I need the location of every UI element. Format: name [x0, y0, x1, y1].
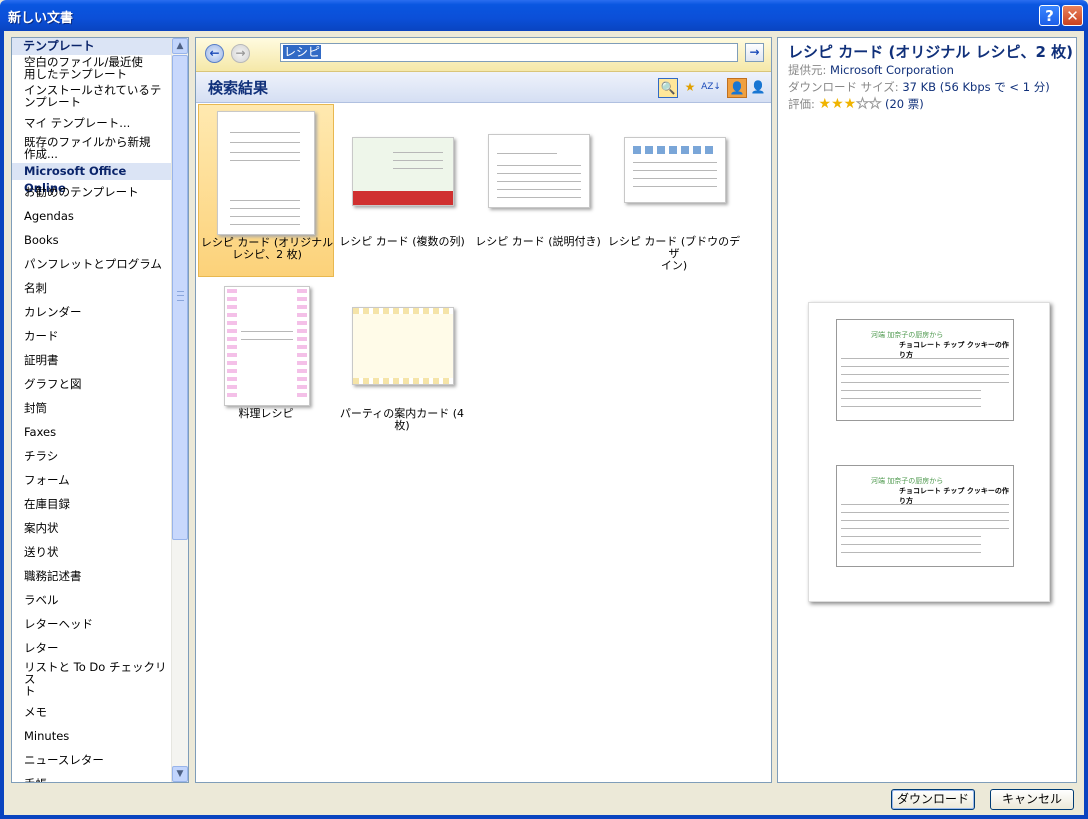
search-view-icon[interactable]: 🔍	[658, 78, 678, 98]
cancel-button[interactable]: キャンセル	[990, 789, 1074, 810]
thumbnail	[352, 137, 454, 206]
category-pane: テンプレート 空白のファイル/最近使 用したテンプレート インストールされているテ…	[11, 37, 189, 783]
category-item[interactable]: ニュースレター	[12, 748, 172, 772]
rating-row: 評価: ★★★★★ (20 票)	[788, 96, 924, 113]
result-tile-recipe-card-original[interactable]: レシピ カード (オリジナル レシピ、2 枚)	[198, 104, 334, 277]
close-button[interactable]: ✕	[1062, 5, 1083, 26]
result-tile-recipe-card-columns[interactable]: レシピ カード (複数の列)	[334, 104, 470, 277]
detail-title: レシピ カード (オリジナル レシピ、2 枚)	[788, 43, 1074, 61]
category-item[interactable]: 名刺	[12, 276, 172, 300]
thumbnail	[224, 286, 310, 406]
scroll-down-icon[interactable]: ▼	[172, 766, 188, 782]
category-item[interactable]: 既存のファイルから新規 作成...	[12, 135, 172, 163]
category-item[interactable]: 案内状	[12, 516, 172, 540]
category-item[interactable]: 送り状	[12, 540, 172, 564]
preview-card-bottom: 河端 加奈子の厨房から チョコレート チップ クッキーの作り方	[836, 465, 1014, 567]
category-item[interactable]: グラフと図	[12, 372, 172, 396]
category-item[interactable]: 手帳	[12, 772, 172, 782]
result-caption: 料理レシピ	[238, 407, 294, 420]
result-caption: パーティの案内カード (4 枚)	[339, 407, 465, 432]
sort-name-icon[interactable]: AZ↓	[701, 78, 721, 98]
user-remove-icon[interactable]: 👤	[748, 78, 768, 98]
category-scrollbar[interactable]: ▲ ▼	[171, 38, 188, 782]
star-filled-icon: ★	[831, 96, 844, 112]
result-caption: レシピ カード (複数の列)	[339, 235, 465, 248]
scroll-up-icon[interactable]: ▲	[172, 38, 188, 54]
category-item[interactable]: マイ テンプレート...	[12, 111, 172, 135]
thumbnail	[624, 137, 726, 203]
results-pane: ← → レシピ → 検索結果 🔍 ★ AZ↓ 👤 👤 レシピ カード (オリジナ…	[195, 37, 772, 783]
category-list: テンプレート 空白のファイル/最近使 用したテンプレート インストールされているテ…	[12, 38, 172, 782]
result-caption: レシピ カード (説明付き)	[475, 235, 601, 248]
category-item[interactable]: Faxes	[12, 420, 172, 444]
window-title: 新しい文書	[8, 11, 74, 26]
category-item[interactable]: パンフレットとプログラム	[12, 252, 172, 276]
user-icon[interactable]: 👤	[727, 78, 747, 98]
category-item[interactable]: Agendas	[12, 204, 172, 228]
rating-stars: ★★★★★	[818, 96, 882, 113]
results-header: 検索結果 🔍 ★ AZ↓ 👤 👤	[196, 72, 771, 103]
category-item[interactable]: チラシ	[12, 444, 172, 468]
category-item[interactable]: お勧めのテンプレート	[12, 180, 172, 204]
forward-icon[interactable]: →	[231, 44, 250, 63]
star-filled-icon: ★	[818, 96, 832, 112]
scroll-thumb[interactable]	[172, 55, 188, 540]
sort-rating-icon[interactable]: ★	[680, 78, 700, 98]
templates-header: テンプレート	[12, 38, 172, 55]
thumbnail	[217, 111, 315, 235]
category-item[interactable]: カード	[12, 324, 172, 348]
detail-pane: レシピ カード (オリジナル レシピ、2 枚) 提供元: Microsoft C…	[777, 37, 1077, 783]
back-icon[interactable]: ←	[205, 44, 224, 63]
result-tile-party-invitation[interactable]: パーティの案内カード (4 枚)	[334, 282, 470, 432]
category-item[interactable]: 封筒	[12, 396, 172, 420]
title-bar: 新しい文書 ? ✕	[0, 0, 1088, 31]
search-bar: ← → レシピ →	[196, 38, 771, 72]
thumbnail	[352, 307, 454, 385]
search-input[interactable]: レシピ	[280, 43, 738, 62]
category-item[interactable]: 証明書	[12, 348, 172, 372]
category-item[interactable]: メモ	[12, 700, 172, 724]
preview-card-top: 河端 加奈子の厨房から チョコレート チップ クッキーの作り方	[836, 319, 1014, 421]
star-empty-icon: ★	[856, 96, 870, 113]
search-go-icon[interactable]: →	[745, 43, 764, 62]
category-item[interactable]: フォーム	[12, 468, 172, 492]
category-item[interactable]: Minutes	[12, 724, 172, 748]
category-item[interactable]: 空白のファイル/最近使 用したテンプレート	[12, 55, 172, 83]
thumbnail	[488, 134, 590, 208]
download-button[interactable]: ダウンロード	[891, 789, 975, 810]
template-preview: 河端 加奈子の厨房から チョコレート チップ クッキーの作り方 河端 加奈子の厨…	[808, 302, 1050, 602]
category-item[interactable]: リストと To Do チェックリス ト	[12, 660, 172, 700]
category-item[interactable]: カレンダー	[12, 300, 172, 324]
category-item[interactable]: Microsoft Office Online	[12, 163, 172, 195]
result-caption: レシピ カード (オリジナル レシピ、2 枚)	[200, 236, 334, 261]
category-item[interactable]: 職務記述書	[12, 564, 172, 588]
star-filled-icon: ★	[843, 96, 857, 112]
result-caption: レシピ カード (ブドウのデザ イン)	[607, 235, 741, 272]
category-item[interactable]: インストールされているテ ンプレート	[12, 83, 172, 111]
category-item[interactable]: レター	[12, 636, 172, 660]
category-item[interactable]: レターヘッド	[12, 612, 172, 636]
result-tile-recipe-card-grape[interactable]: レシピ カード (ブドウのデザ イン)	[606, 104, 742, 277]
size-row: ダウンロード サイズ: 37 KB (56 Kbps で < 1 分)	[788, 80, 1050, 94]
results-title: 検索結果	[208, 79, 269, 97]
help-button[interactable]: ?	[1039, 5, 1060, 26]
result-tile-recipe-card-description[interactable]: レシピ カード (説明付き)	[470, 104, 606, 277]
category-item[interactable]: Books	[12, 228, 172, 252]
category-item[interactable]: ラベル	[12, 588, 172, 612]
result-tile-cooking-recipe[interactable]: 料理レシピ	[198, 282, 334, 432]
category-item[interactable]: 在庫目録	[12, 492, 172, 516]
provider-row: 提供元: Microsoft Corporation	[788, 63, 954, 77]
star-empty-icon: ★	[868, 96, 882, 113]
